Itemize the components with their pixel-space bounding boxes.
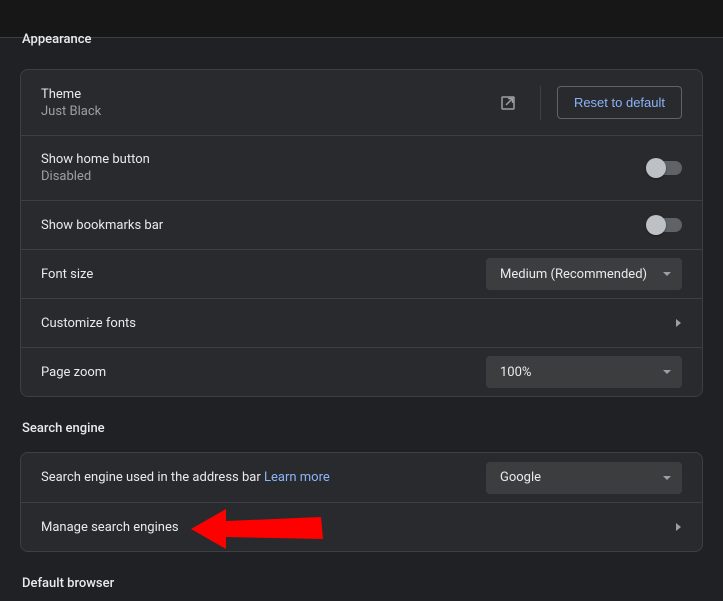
search-engine-select[interactable]: Google (486, 462, 682, 494)
page-zoom-label: Page zoom (41, 365, 486, 380)
bookmarks-bar-toggle[interactable] (648, 218, 682, 232)
row-customize-fonts[interactable]: Customize fonts (21, 298, 702, 347)
learn-more-link[interactable]: Learn more (264, 470, 330, 485)
section-header-default-browser: Default browser (20, 552, 703, 601)
theme-value: Just Black (41, 104, 492, 119)
home-button-value: Disabled (41, 169, 648, 184)
row-home-button[interactable]: Show home button Disabled (21, 135, 702, 200)
row-manage-search-engines[interactable]: Manage search engines (21, 502, 702, 551)
theme-label: Theme (41, 87, 492, 102)
search-engine-value: Google (500, 470, 541, 485)
row-page-zoom: Page zoom 100% (21, 347, 702, 396)
customize-fonts-label: Customize fonts (41, 316, 662, 331)
open-external-icon[interactable] (492, 87, 524, 119)
section-header-appearance: Appearance (20, 32, 703, 63)
page-zoom-value: 100% (500, 365, 531, 380)
reset-to-default-button[interactable]: Reset to default (557, 86, 682, 119)
chevron-down-icon (662, 473, 672, 483)
row-search-engine-address-bar: Search engine used in the address bar Le… (21, 453, 702, 502)
font-size-value: Medium (Recommended) (500, 267, 647, 282)
divider (540, 86, 541, 120)
row-bookmarks-bar[interactable]: Show bookmarks bar (21, 200, 702, 249)
manage-search-engines-label: Manage search engines (41, 520, 662, 535)
home-button-toggle[interactable] (648, 161, 682, 175)
bookmarks-bar-label: Show bookmarks bar (41, 218, 648, 233)
chevron-down-icon (662, 367, 672, 377)
chevron-down-icon (662, 269, 672, 279)
search-engine-card: Search engine used in the address bar Le… (20, 452, 703, 552)
row-theme[interactable]: Theme Just Black Reset to default (21, 70, 702, 135)
page-zoom-select[interactable]: 100% (486, 356, 682, 388)
row-font-size: Font size Medium (Recommended) (21, 249, 702, 298)
chevron-right-icon (662, 522, 682, 532)
chevron-right-icon (662, 318, 682, 328)
font-size-select[interactable]: Medium (Recommended) (486, 258, 682, 290)
search-engine-label: Search engine used in the address bar (41, 470, 261, 485)
font-size-label: Font size (41, 267, 486, 282)
home-button-label: Show home button (41, 152, 648, 167)
appearance-card: Theme Just Black Reset to default Show h… (20, 69, 703, 397)
section-header-search-engine: Search engine (20, 397, 703, 452)
